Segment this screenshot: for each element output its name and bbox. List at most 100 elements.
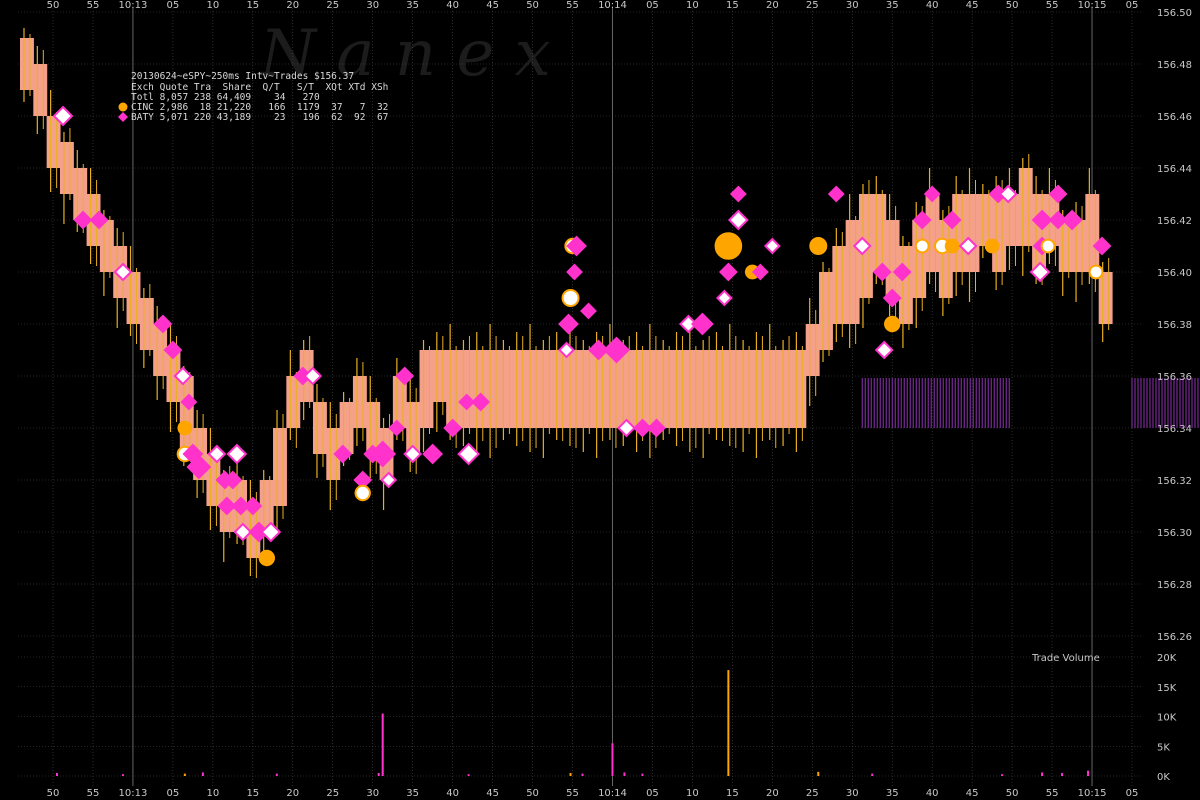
time-tick-label-bottom: 30 [846,788,859,799]
volume-bar [623,772,626,776]
baty-trade-marker [558,313,579,335]
time-tick-label-top: 20 [766,0,779,11]
quote-spread [459,350,474,428]
price-tick-label: 156.40 [1157,268,1192,279]
time-tick-label-top: 10:13 [119,0,148,11]
quote-spread [273,428,287,506]
volume-bar [581,773,584,776]
volume-bar [201,772,204,776]
time-tick-label-top: 45 [486,0,499,11]
quote-spread [472,350,487,428]
time-tick-label-top: 40 [926,0,939,11]
volume-label: Trade Volume [1031,653,1100,664]
quote-spread [672,350,687,428]
quote-spread [965,194,980,272]
cinc-trade-marker [884,315,901,333]
time-tick-label-bottom: 35 [886,788,899,799]
cinc-trade-marker [984,238,1000,254]
cinc-trade-marker [177,420,193,436]
time-tick-label-bottom: 40 [446,788,459,799]
time-tick-label-bottom: 10:14 [598,788,627,799]
price-chart: N a n e x 156.26156.28156.30156.32156.34… [18,0,1199,799]
quote-spread [1085,194,1100,272]
volume-bar [1061,773,1064,776]
time-tick-label-bottom: 10 [206,788,219,799]
quote-spread [912,220,927,298]
volume-bar [817,771,820,776]
time-tick-label-top: 10:14 [598,0,627,11]
price-tick-label: 156.28 [1157,580,1192,591]
baty-trade-marker [827,185,845,203]
time-tick-label-bottom: 40 [926,788,939,799]
time-tick-label-top: 50 [47,0,60,11]
quote-spread [938,220,953,298]
quote-spread [712,350,727,428]
quote-spread [925,194,940,272]
quote-spread [446,350,461,428]
time-tick-label-top: 05 [646,0,659,11]
quote-spread [645,350,660,428]
baty-trade-marker [580,302,597,320]
time-tick-label-top: 40 [446,0,459,11]
time-tick-label-top: 25 [326,0,339,11]
quote-spread [59,142,74,194]
stats-row-baty: BATY 5,071 220 43,189 23 196 62 92 67 [131,112,388,123]
quote-spread [699,350,714,428]
price-tick-label: 156.42 [1157,216,1192,227]
volume-bar [569,773,572,776]
baty-trade-marker [422,443,444,465]
time-tick-label-bottom: 10 [686,788,699,799]
quote-spread [499,350,514,428]
baty-trade-marker [566,263,583,281]
quote-spread [1032,194,1047,272]
time-tick-label-top: 35 [886,0,899,11]
quote-spread [552,350,567,428]
quote-spread [526,350,540,428]
chart-title: 20130624~eSPY~250ms Intv~Trades $156.37 [131,71,354,82]
quote-spread [566,350,580,428]
quote-spread [46,116,61,168]
time-tick-label-bottom: 45 [966,788,979,799]
time-tick-label-bottom: 55 [1046,788,1059,799]
quote-spread [73,168,88,220]
time-tick-label-bottom: 05 [167,788,180,799]
time-tick-label-bottom: 15 [726,788,739,799]
time-tick-label-bottom: 15 [246,788,259,799]
time-tick-label-top: 55 [1046,0,1059,11]
quote-spread [779,350,793,428]
time-tick-label-top: 55 [566,0,579,11]
volume-bar [377,773,380,776]
quote-spread [725,350,740,428]
quote-spread [1098,272,1113,324]
time-tick-label-top: 30 [366,0,379,11]
quote-spread [20,38,34,90]
volume-bar [381,713,384,776]
time-tick-label-bottom: 55 [566,788,579,799]
baty-trade-marker [874,340,894,360]
time-tick-label-bottom: 50 [47,788,60,799]
quote-spread [752,350,767,428]
price-tick-label: 156.50 [1157,8,1192,19]
baty-trade-marker [690,312,714,336]
quote-spread [539,350,554,428]
time-tick-label-bottom: 10:15 [1078,788,1107,799]
time-tick-label-top: 35 [406,0,419,11]
quote-spread [992,194,1007,272]
cinc-trade-marker [714,232,743,260]
baty-trade-marker [727,209,749,231]
cinc-trade-marker [809,237,828,255]
time-tick-label-bottom: 05 [1126,788,1139,799]
price-tick-label: 156.48 [1157,60,1192,71]
baty-trade-marker [715,289,733,307]
time-tick-label-top: 20 [286,0,299,11]
time-tick-label-top: 25 [806,0,819,11]
time-tick-label-top: 10:15 [1078,0,1107,11]
volume-bar [871,773,874,776]
quote-spread [952,194,967,272]
quote-spread [872,194,887,272]
time-tick-label-top: 10 [686,0,699,11]
volume-tick-label: 15K [1157,683,1177,694]
time-tick-label-bottom: 30 [366,788,379,799]
time-tick-label-bottom: 50 [1006,788,1019,799]
volume-bar [55,773,58,776]
